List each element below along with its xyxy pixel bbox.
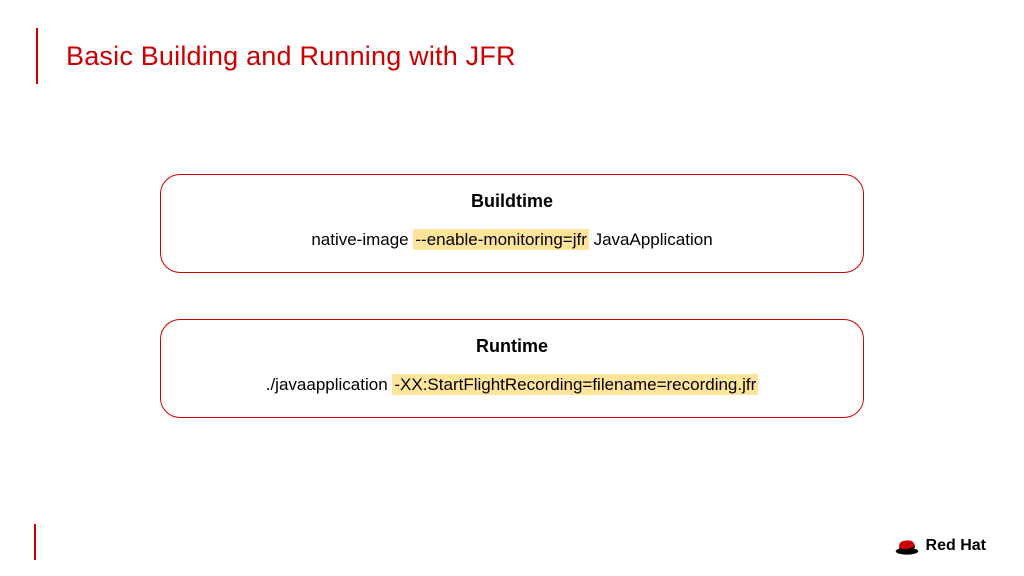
- fedora-icon: [894, 536, 920, 556]
- buildtime-heading: Buildtime: [181, 191, 843, 212]
- title-accent-bar: [36, 28, 38, 84]
- buildtime-card: Buildtime native-image --enable-monitori…: [160, 174, 864, 273]
- title-row: Basic Building and Running with JFR: [40, 28, 984, 84]
- buildtime-cmd-prefix: native-image: [311, 230, 413, 249]
- buildtime-cmd-highlight: --enable-monitoring=jfr: [413, 229, 589, 250]
- buildtime-command: native-image --enable-monitoring=jfr Jav…: [181, 230, 843, 250]
- runtime-command: ./javaapplication -XX:StartFlightRecordi…: [181, 375, 843, 395]
- buildtime-cmd-suffix: JavaApplication: [589, 230, 713, 249]
- footer-accent-bar: [34, 524, 36, 560]
- brand-text: Red Hat: [926, 537, 986, 555]
- runtime-heading: Runtime: [181, 336, 843, 357]
- slide-title: Basic Building and Running with JFR: [66, 41, 516, 72]
- content-area: Buildtime native-image --enable-monitori…: [40, 174, 984, 418]
- runtime-cmd-prefix: ./javaapplication: [266, 375, 393, 394]
- redhat-logo: Red Hat: [894, 536, 986, 556]
- runtime-cmd-highlight: -XX:StartFlightRecording=filename=record…: [392, 374, 758, 395]
- runtime-card: Runtime ./javaapplication -XX:StartFligh…: [160, 319, 864, 418]
- slide: Basic Building and Running with JFR Buil…: [0, 0, 1024, 576]
